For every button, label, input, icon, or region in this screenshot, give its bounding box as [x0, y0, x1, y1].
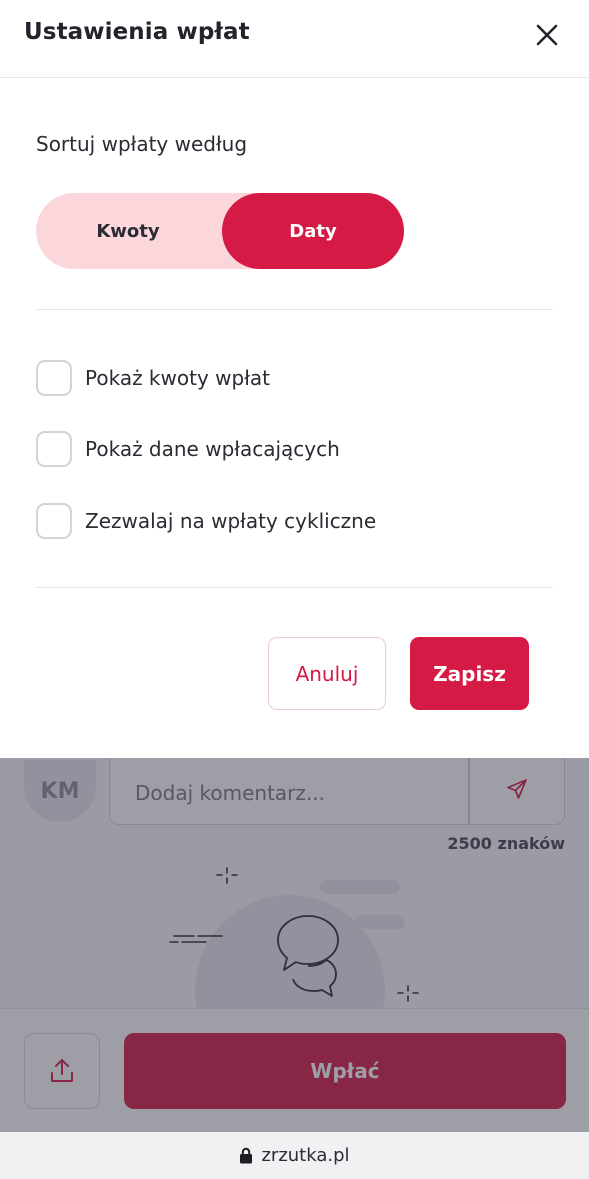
payment-settings-modal: Ustawienia wpłat Sortuj wpłaty według Kw…	[0, 0, 589, 758]
save-button[interactable]: Zapisz	[410, 637, 529, 710]
close-icon	[536, 24, 558, 46]
sort-option-date[interactable]: Daty	[222, 193, 404, 269]
close-button[interactable]	[530, 18, 564, 52]
option-label: Pokaż dane wpłacających	[85, 437, 340, 461]
lock-icon	[240, 1147, 253, 1164]
option-show-donor-data[interactable]: Pokaż dane wpłacających	[36, 431, 340, 467]
checkbox[interactable]	[36, 503, 72, 539]
modal-title: Ustawienia wpłat	[24, 19, 250, 45]
url-text: zrzutka.pl	[261, 1145, 350, 1166]
sort-label: Sortuj wpłaty według	[36, 132, 248, 156]
divider	[36, 309, 553, 310]
browser-url-bar[interactable]: zrzutka.pl	[0, 1132, 589, 1179]
modal-backdrop[interactable]	[0, 758, 589, 1132]
sort-toggle: Kwoty Daty	[36, 193, 404, 269]
divider	[36, 587, 553, 588]
option-allow-recurring[interactable]: Zezwalaj na wpłaty cykliczne	[36, 503, 376, 539]
checkbox[interactable]	[36, 360, 72, 396]
cancel-button[interactable]: Anuluj	[268, 637, 386, 710]
checkbox[interactable]	[36, 431, 72, 467]
sort-option-amount[interactable]: Kwoty	[36, 193, 220, 269]
option-show-amounts[interactable]: Pokaż kwoty wpłat	[36, 360, 270, 396]
option-label: Pokaż kwoty wpłat	[85, 366, 270, 390]
option-label: Zezwalaj na wpłaty cykliczne	[85, 509, 377, 533]
modal-header: Ustawienia wpłat	[0, 0, 589, 78]
